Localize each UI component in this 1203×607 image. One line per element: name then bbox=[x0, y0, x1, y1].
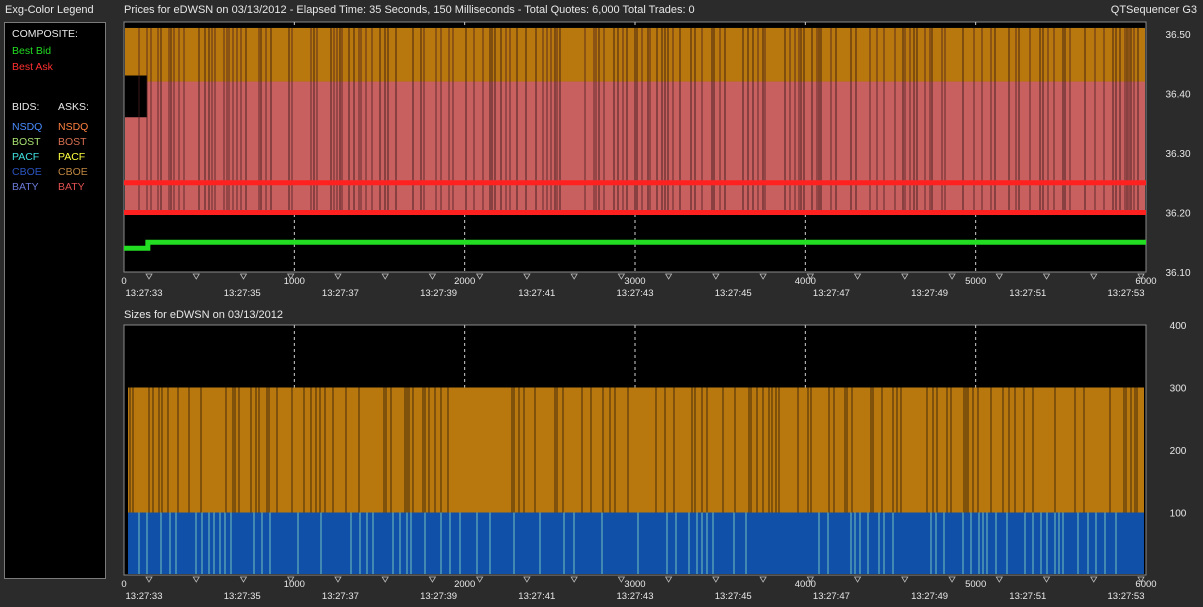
size-time-marker bbox=[570, 576, 578, 583]
price-x-tick-label: 0 bbox=[121, 276, 126, 287]
size-time-marker bbox=[523, 576, 531, 583]
size-time-label: 13:27:51 bbox=[1009, 591, 1046, 602]
size-x-tick-label: 6000 bbox=[1135, 579, 1156, 590]
size-time-label: 13:27:33 bbox=[126, 591, 163, 602]
size-x-tick-label: 2000 bbox=[454, 579, 475, 590]
size-time-marker bbox=[853, 576, 862, 583]
price-time-label: 13:27:37 bbox=[322, 288, 359, 299]
price-time-marker bbox=[901, 273, 909, 280]
size-time-label: 13:27:35 bbox=[224, 591, 261, 602]
size-time-label: 13:27:47 bbox=[813, 591, 850, 602]
size-time-label: 13:27:37 bbox=[322, 591, 359, 602]
price-time-label: 13:27:41 bbox=[518, 288, 555, 299]
price-time-marker bbox=[570, 273, 578, 280]
price-y-tick-label: 36.20 bbox=[1165, 208, 1190, 219]
price-time-label: 13:27:43 bbox=[617, 288, 654, 299]
price-y-tick-label: 36.10 bbox=[1165, 268, 1190, 279]
price-time-marker bbox=[664, 273, 673, 280]
size-time-marker bbox=[1042, 576, 1051, 583]
size-time-label: 13:27:41 bbox=[518, 591, 555, 602]
size-y-tick-label: 400 bbox=[1170, 321, 1187, 332]
price-time-marker bbox=[192, 273, 200, 280]
price-y-tick-label: 36.30 bbox=[1165, 149, 1190, 160]
size-time-label: 13:27:49 bbox=[911, 591, 948, 602]
price-time-marker bbox=[145, 273, 153, 280]
size-time-marker bbox=[334, 576, 342, 583]
size-x-tick-label: 0 bbox=[121, 579, 126, 590]
price-y-tick-label: 36.40 bbox=[1165, 89, 1190, 100]
price-time-label: 13:27:35 bbox=[224, 288, 261, 299]
size-time-marker bbox=[759, 576, 767, 583]
size-time-marker bbox=[475, 576, 484, 583]
price-time-label: 13:27:49 bbox=[911, 288, 948, 299]
size-y-tick-label: 300 bbox=[1170, 384, 1187, 395]
price-x-tick-label: 5000 bbox=[965, 276, 986, 287]
price-time-label: 13:27:33 bbox=[126, 288, 163, 299]
price-time-marker bbox=[948, 273, 956, 280]
price-time-marker bbox=[995, 273, 1003, 280]
price-time-marker bbox=[1042, 273, 1051, 280]
price-time-marker bbox=[334, 273, 342, 280]
bid-size-band bbox=[128, 512, 1144, 574]
size-chart: 1002003004000 1000 2000 3000 4000 5000 600013:… bbox=[121, 321, 1186, 602]
ask-size-band bbox=[128, 387, 1144, 513]
ask-top-band-left bbox=[125, 27, 148, 76]
price-time-marker bbox=[523, 273, 531, 280]
early-gap bbox=[125, 75, 148, 118]
price-time-marker bbox=[712, 273, 720, 280]
price-time-label: 13:27:45 bbox=[715, 288, 752, 299]
size-time-marker bbox=[901, 576, 909, 583]
size-y-tick-label: 200 bbox=[1170, 446, 1187, 457]
price-x-tick-label: 6000 bbox=[1135, 276, 1156, 287]
price-time-label: 13:27:51 bbox=[1009, 288, 1046, 299]
price-chart: NANEX36.1036.2036.3036.4036.500100020003… bbox=[121, 21, 1191, 299]
size-x-tick-label: 4000 bbox=[795, 579, 816, 590]
size-y-tick-label: 100 bbox=[1170, 509, 1187, 520]
price-time-marker bbox=[381, 273, 389, 280]
size-time-label: 13:27:45 bbox=[715, 591, 752, 602]
price-time-marker bbox=[475, 273, 484, 280]
price-x-tick-label: 3000 bbox=[624, 276, 645, 287]
size-time-marker bbox=[712, 576, 720, 583]
size-time-marker bbox=[428, 576, 437, 583]
price-time-label: 13:27:47 bbox=[813, 288, 850, 299]
price-time-label: 13:27:39 bbox=[420, 288, 457, 299]
price-time-marker bbox=[853, 273, 862, 280]
size-time-marker bbox=[995, 576, 1003, 583]
size-time-marker bbox=[948, 576, 956, 583]
size-x-tick-label: 1000 bbox=[284, 579, 305, 590]
size-time-marker bbox=[1090, 576, 1098, 583]
size-time-marker bbox=[145, 576, 153, 583]
size-time-marker bbox=[381, 576, 389, 583]
price-time-marker bbox=[428, 273, 437, 280]
price-time-marker bbox=[759, 273, 767, 280]
size-time-label: 13:27:39 bbox=[420, 591, 457, 602]
price-time-marker bbox=[1090, 273, 1098, 280]
price-y-tick-label: 36.50 bbox=[1165, 30, 1190, 41]
size-time-label: 13:27:53 bbox=[1108, 591, 1145, 602]
price-x-tick-label: 1000 bbox=[284, 276, 305, 287]
price-x-tick-label: 4000 bbox=[795, 276, 816, 287]
size-time-marker bbox=[664, 576, 673, 583]
price-x-tick-label: 2000 bbox=[454, 276, 475, 287]
price-time-marker bbox=[239, 273, 248, 280]
size-time-label: 13:27:43 bbox=[617, 591, 654, 602]
size-time-marker bbox=[239, 576, 248, 583]
size-x-tick-label: 3000 bbox=[624, 579, 645, 590]
price-time-label: 13:27:53 bbox=[1108, 288, 1145, 299]
charts-canvas: NANEX36.1036.2036.3036.4036.500100020003… bbox=[121, 21, 1191, 602]
size-time-marker bbox=[192, 576, 200, 583]
size-x-tick-label: 5000 bbox=[965, 579, 986, 590]
